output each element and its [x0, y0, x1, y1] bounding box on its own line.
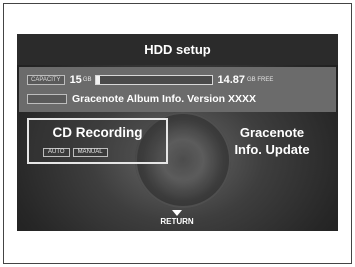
version-text: Gracenote Album Info. Version XXXX — [72, 93, 256, 105]
capacity-tag: CAPACITY — [27, 75, 65, 85]
gracenote-update-line1: Gracenote — [239, 125, 305, 140]
capacity-bar-fill — [96, 76, 100, 84]
capacity-bar — [95, 75, 214, 85]
return-button[interactable]: RETURN — [147, 210, 207, 230]
mode-manual: MANUAL — [72, 148, 108, 157]
capacity-free-unit: GB FREE — [247, 77, 274, 83]
navigation-screen: HDD setup CAPACITY 15 GB 14.87 GB FREE G… — [17, 34, 338, 231]
recording-mode-group: AUTO MANUAL — [43, 148, 111, 157]
return-label: RETURN — [160, 217, 194, 226]
version-row: Gracenote Album Info. Version XXXX — [27, 92, 329, 106]
cd-recording-label: CD Recording — [52, 125, 143, 140]
screen-title: HDD setup — [17, 34, 338, 65]
version-tag — [27, 94, 67, 104]
capacity-used-unit: GB — [82, 77, 92, 83]
gracenote-update-button[interactable]: Gracenote Info. Update — [213, 118, 331, 164]
down-arrow-icon — [172, 210, 182, 216]
capacity-free-value: 14.87 — [217, 74, 246, 86]
gracenote-update-line2: Info. Update — [234, 142, 310, 157]
capacity-used-value: 15 — [69, 74, 82, 86]
hdd-info-panel: CAPACITY 15 GB 14.87 GB FREE Gracenote A… — [19, 67, 336, 112]
capacity-row: CAPACITY 15 GB 14.87 GB FREE — [27, 73, 329, 87]
cd-recording-button[interactable]: CD Recording AUTO MANUAL — [27, 118, 168, 164]
mode-auto: AUTO — [43, 148, 70, 157]
